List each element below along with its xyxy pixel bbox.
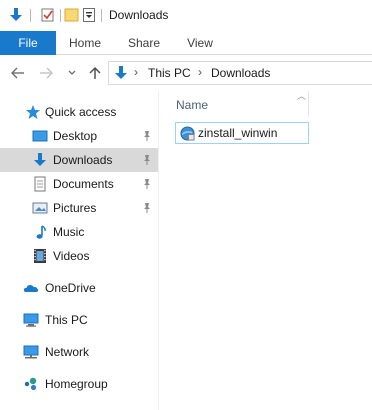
nav-homegroup[interactable]: Homegroup — [0, 372, 158, 396]
downloads-icon — [34, 153, 46, 166]
onedrive-cloud-icon — [23, 285, 39, 292]
tab-home[interactable]: Home — [60, 31, 110, 55]
new-folder-icon[interactable] — [63, 6, 81, 24]
nav-label: Videos — [53, 249, 90, 263]
pin-icon[interactable] — [142, 178, 152, 190]
forward-button[interactable] — [38, 65, 54, 81]
nav-label: Pictures — [53, 201, 97, 215]
nav-videos[interactable]: Videos — [0, 244, 158, 268]
up-button[interactable] — [87, 65, 103, 81]
nav-label: Music — [53, 225, 85, 239]
back-button[interactable] — [10, 65, 26, 81]
nav-label: Documents — [53, 177, 114, 191]
toolbar-separator — [30, 9, 31, 22]
breadcrumb-downloads[interactable]: Downloads — [211, 66, 270, 80]
window-title: Downloads — [109, 8, 169, 22]
homegroup-icon — [24, 377, 37, 391]
installer-icon — [180, 126, 195, 141]
computer-icon — [23, 313, 39, 327]
nav-label: Downloads — [53, 153, 113, 167]
properties-icon[interactable] — [39, 6, 57, 24]
downloads-folder-icon — [115, 66, 127, 79]
toolbar-separator — [101, 9, 102, 22]
music-icon — [36, 225, 46, 239]
file-name: zinstall_winwin — [198, 126, 278, 140]
nav-this-pc[interactable]: This PC — [0, 308, 158, 332]
column-divider[interactable] — [308, 91, 309, 117]
customize-toolbar-dropdown-icon[interactable] — [83, 6, 95, 24]
download-arrow-icon[interactable] — [7, 6, 25, 24]
star-icon — [26, 105, 40, 119]
sort-ascending-icon: ︿ — [297, 91, 307, 101]
file-list: ︿ Name zinstall_winwin — [159, 91, 372, 410]
network-icon — [23, 345, 39, 359]
nav-network[interactable]: Network — [0, 340, 158, 364]
address-bar[interactable]: › This PC › Downloads — [108, 61, 372, 85]
pictures-icon — [32, 202, 48, 214]
navigation-pane: Quick access Desktop Downloads Documents — [0, 91, 158, 410]
file-item[interactable]: zinstall_winwin — [175, 122, 309, 144]
column-header-name[interactable]: Name — [176, 98, 208, 112]
tab-share[interactable]: Share — [118, 31, 170, 55]
nav-label: Desktop — [53, 129, 98, 143]
nav-downloads[interactable]: Downloads — [0, 148, 158, 172]
pin-icon[interactable] — [142, 202, 152, 214]
nav-label: OneDrive — [45, 281, 96, 295]
tab-file[interactable]: File — [0, 31, 56, 55]
nav-label: Quick access — [45, 105, 117, 119]
nav-music[interactable]: Music — [0, 220, 158, 244]
nav-pictures[interactable]: Pictures — [0, 196, 158, 220]
tab-view[interactable]: View — [176, 31, 224, 55]
nav-label: This PC — [45, 313, 88, 327]
nav-label: Network — [45, 345, 90, 359]
videos-icon — [34, 249, 46, 263]
navigation-bar: › This PC › Downloads — [0, 55, 372, 91]
documents-icon — [34, 176, 46, 192]
title-bar: Downloads — [0, 0, 372, 31]
breadcrumb-chevron-icon: › — [134, 65, 138, 79]
breadcrumb-chevron-icon: › — [198, 65, 202, 79]
desktop-icon — [32, 130, 48, 142]
nav-onedrive[interactable]: OneDrive — [0, 276, 158, 300]
nav-label: Homegroup — [45, 377, 108, 391]
ribbon-tabs: File Home Share View — [0, 31, 372, 55]
chevron-down-icon — [68, 70, 76, 75]
nav-quick-access[interactable]: Quick access — [0, 100, 158, 124]
nav-documents[interactable]: Documents — [0, 172, 158, 196]
back-arrow-icon — [11, 67, 24, 79]
toolbar-separator — [60, 9, 61, 22]
pin-icon[interactable] — [142, 154, 152, 166]
breadcrumb-this-pc[interactable]: This PC — [148, 66, 191, 80]
forward-arrow-icon — [40, 67, 53, 79]
up-arrow-icon — [89, 66, 101, 79]
recent-locations-button[interactable] — [64, 65, 80, 81]
pin-icon[interactable] — [142, 130, 152, 142]
nav-desktop[interactable]: Desktop — [0, 124, 158, 148]
